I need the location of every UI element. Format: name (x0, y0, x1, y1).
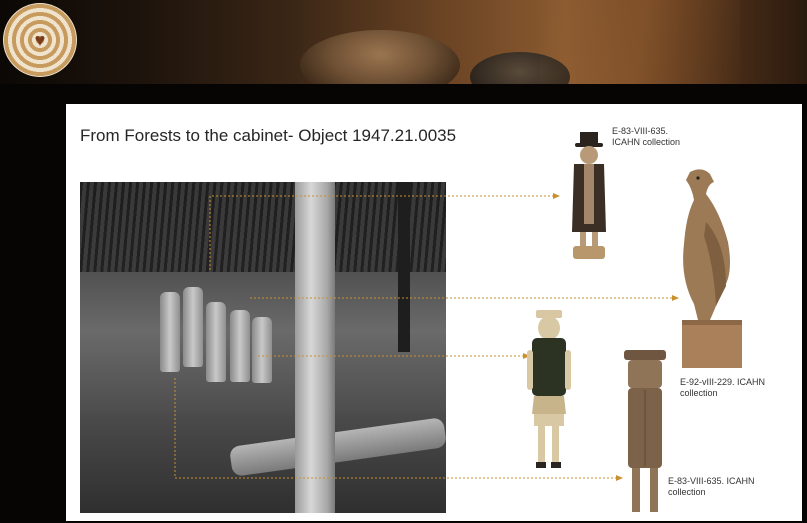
eagle-statue (682, 169, 742, 368)
connector-top-figure (209, 195, 555, 270)
caption-top: E-83-VIII-635. ICAHN collection (612, 126, 681, 147)
arrowhead (553, 193, 560, 199)
caption-bottom: E-83-VIII-635. ICAHN collection (668, 476, 755, 497)
top-hat-figure-statue (572, 132, 606, 259)
painted-figure-statue (527, 310, 571, 468)
cylinder-figure-statue (624, 350, 666, 512)
caption-middle: E-92-vIII-229. ICAHN collection (680, 377, 766, 398)
